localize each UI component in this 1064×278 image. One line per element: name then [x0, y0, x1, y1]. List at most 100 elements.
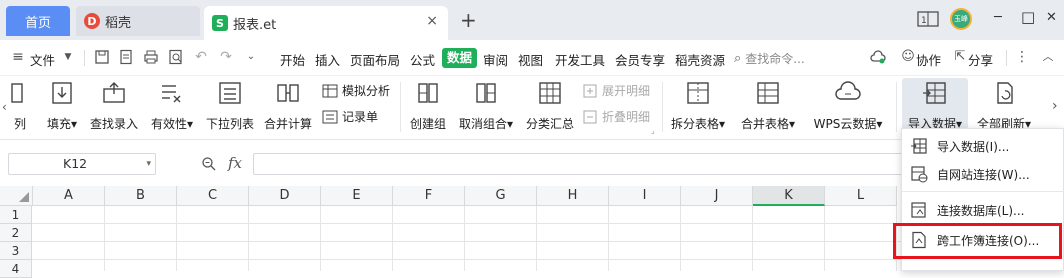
cloud-sync-icon[interactable] [870, 49, 886, 65]
customize-chevron-icon[interactable]: ⌄ [243, 49, 259, 65]
column-header-I[interactable]: I [609, 186, 681, 206]
merge-table-label: 合并表格▾ [740, 117, 796, 131]
row-header-2[interactable]: 2 [0, 224, 32, 242]
fx-icon[interactable]: fx [228, 154, 242, 172]
column-header-G[interactable]: G [465, 186, 537, 206]
collab-button[interactable]: 协作 [916, 50, 941, 69]
record-form-button[interactable]: 记录单 [322, 108, 378, 125]
row-header-1[interactable]: 1 [0, 206, 32, 224]
new-tab-button[interactable]: + [460, 8, 477, 32]
zoom-search-icon[interactable] [201, 156, 217, 172]
more-icon[interactable]: ⋮ [1014, 49, 1030, 65]
export-pdf-icon[interactable] [118, 49, 134, 65]
gridline [32, 223, 902, 224]
menu-formula[interactable]: 公式 [410, 50, 435, 69]
simulate-analysis-icon [322, 84, 338, 97]
column-header-K[interactable]: K [753, 186, 825, 206]
ungroup-label: 取消组合▾ [458, 117, 514, 131]
close-tab-icon[interactable]: × [426, 13, 438, 29]
expand-detail-button[interactable]: 展开明细 [582, 82, 650, 99]
close-window-button[interactable]: ✕ [1046, 10, 1057, 25]
create-group-button[interactable]: 创建组 [406, 78, 450, 132]
column-header-B[interactable]: B [105, 186, 177, 206]
tab-daoke[interactable]: D 稻壳 [76, 6, 200, 36]
menu-file[interactable]: 文件 [30, 50, 55, 69]
menu-item-import-data[interactable]: 导入数据(I)... [902, 133, 1064, 159]
menu-developer[interactable]: 开发工具 [555, 50, 605, 69]
gridline [680, 206, 681, 271]
print-icon[interactable] [143, 49, 159, 65]
menu-item-web-connect[interactable]: 自网站连接(W)... [902, 161, 1064, 187]
row-header-4[interactable]: 4 [0, 260, 32, 278]
dropdown-list-icon [219, 82, 241, 104]
row-header-3[interactable]: 3 [0, 242, 32, 260]
menu-view[interactable]: 视图 [518, 50, 543, 69]
menu-member[interactable]: 会员专享 [615, 50, 665, 69]
chevron-down-icon[interactable]: ▼ [60, 49, 76, 65]
collapse-detail-button[interactable]: 折叠明细 [582, 108, 650, 125]
menu-insert[interactable]: 插入 [315, 50, 340, 69]
merge-table-button[interactable]: 合并表格▾ [738, 78, 798, 132]
tab-home[interactable]: 首页 [6, 6, 70, 36]
reading-mode-icon[interactable]: 1 [917, 11, 939, 27]
menu-hamburger-icon[interactable]: ≡ [10, 49, 26, 65]
save-icon[interactable] [94, 49, 110, 65]
consolidate-button[interactable]: 合并计算 [262, 78, 314, 132]
collapse-ribbon-icon[interactable]: ︿ [1040, 49, 1056, 65]
simulate-analysis-label: 模拟分析 [342, 84, 391, 98]
ribbon-column-button[interactable]: 列 [10, 78, 30, 132]
menu-review[interactable]: 审阅 [483, 50, 508, 69]
menu-daoke-resources[interactable]: 稻壳资源 [675, 50, 725, 69]
gridline [536, 206, 537, 271]
column-header-J[interactable]: J [681, 186, 753, 206]
column-header-H[interactable]: H [537, 186, 609, 206]
menu-data[interactable]: 数据 [442, 48, 477, 68]
menu-item-import-data-label: 导入数据(I)... [937, 139, 1010, 154]
refresh-all-button[interactable]: 全部刷新▾ [972, 78, 1036, 132]
web-connect-icon [911, 166, 928, 183]
ungroup-button[interactable]: 取消组合▾ [456, 78, 516, 132]
undo-icon[interactable]: ↶ [193, 49, 209, 65]
minimize-button[interactable]: ─ [994, 10, 1002, 25]
split-table-button[interactable]: 拆分表格▾ [668, 78, 728, 132]
cloud-data-icon [835, 81, 861, 100]
group-options-icon[interactable]: ⌟ [651, 126, 655, 135]
column-header-L[interactable]: L [825, 186, 897, 206]
gridline [176, 206, 177, 271]
share-button[interactable]: 分享 [968, 50, 993, 69]
simulate-analysis-button[interactable]: 模拟分析 [322, 82, 390, 99]
name-box[interactable]: K12 ▾ [8, 153, 156, 175]
name-box-dropdown-icon[interactable]: ▾ [146, 154, 151, 174]
column-header-F[interactable]: F [393, 186, 465, 206]
maximize-button[interactable]: □ [1021, 8, 1035, 26]
gridline [824, 206, 825, 271]
scroll-left-icon[interactable]: ‹ [2, 100, 7, 114]
menu-item-database-connect[interactable]: 连接数据库(L)... [902, 197, 1064, 223]
subtotal-icon [539, 82, 561, 104]
formula-input[interactable] [253, 153, 913, 175]
column-header-C[interactable]: C [177, 186, 249, 206]
redo-icon[interactable]: ↷ [218, 49, 234, 65]
print-preview-icon[interactable] [168, 49, 184, 65]
avatar[interactable]: 玉峰 [950, 8, 972, 30]
column-header-A[interactable]: A [33, 186, 105, 206]
dropdown-list-button[interactable]: 下拉列表 [204, 78, 256, 132]
menu-start[interactable]: 开始 [280, 50, 305, 69]
cell-reference: K12 [63, 156, 88, 171]
tab-file[interactable]: S 报表.et × [204, 6, 448, 40]
menu-page-layout[interactable]: 页面布局 [350, 50, 400, 69]
validation-icon [162, 85, 181, 103]
ungroup-icon [476, 83, 496, 103]
column-header-D[interactable]: D [249, 186, 321, 206]
subtotal-button[interactable]: 分类汇总 [524, 78, 576, 132]
fill-button[interactable]: 填充▾ [42, 78, 82, 132]
refresh-all-icon [997, 82, 1013, 104]
import-data-button[interactable]: 导入数据▾ [902, 78, 968, 131]
column-header-E[interactable]: E [321, 186, 393, 206]
find-entry-button[interactable]: 查找录入 [88, 78, 140, 132]
scroll-right-icon[interactable]: › [1052, 98, 1058, 114]
command-search[interactable]: ⌕ 查找命令... [734, 49, 844, 67]
validation-button[interactable]: 有效性▾ [148, 78, 196, 132]
wps-cloud-data-button[interactable]: WPS云数据▾ [810, 78, 886, 132]
select-all-corner[interactable] [0, 186, 33, 206]
